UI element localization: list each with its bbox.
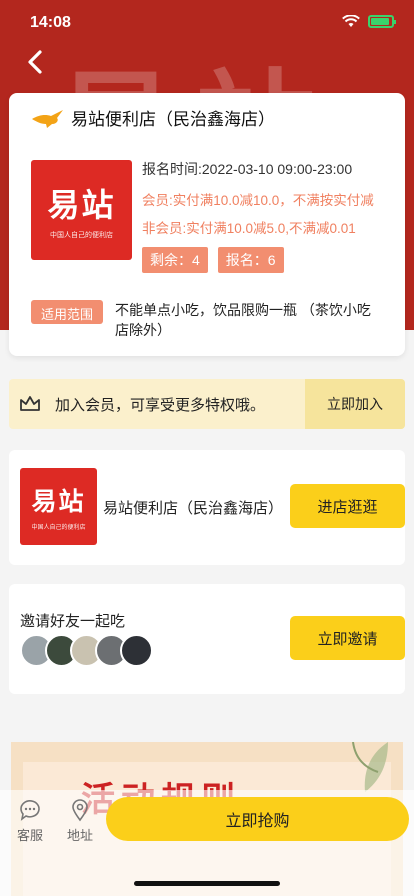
logo-text: 易站 bbox=[31, 488, 86, 516]
scope-tag: 适用范围 bbox=[31, 300, 104, 324]
store-logo: 易站 中国人自己的便利店 bbox=[31, 160, 132, 260]
activity-info: 报名时间:2022-03-10 09:00-23:00 会员:实付满10.0减1… bbox=[142, 159, 374, 273]
status-time: 14:08 bbox=[30, 14, 71, 31]
scope-text: 不能单点小吃，饮品限购一瓶 （茶饮小吃店除外） bbox=[115, 302, 371, 338]
store-card: 易站 中国人自己的便利店 易站便利店（民治鑫海店） 进店逛逛 bbox=[9, 450, 405, 565]
count-badges: 剩余：4 报名：6 bbox=[142, 247, 374, 273]
member-banner: 加入会员，可享受更多特权哦。 立即加入 bbox=[9, 379, 405, 429]
activity-card: 易站便利店（民治鑫海店） 易站 中国人自己的便利店 报名时间:2022-03-1… bbox=[9, 93, 405, 356]
crown-icon bbox=[20, 396, 40, 411]
back-button[interactable] bbox=[18, 44, 54, 80]
address-label: 地址 bbox=[66, 828, 93, 843]
service-tab[interactable]: 客服 bbox=[10, 798, 50, 844]
address-tab[interactable]: 地址 bbox=[60, 798, 100, 844]
bottom-bar: 客服 地址 立即抢购 bbox=[0, 790, 414, 896]
friend-avatars bbox=[20, 634, 153, 667]
wifi-icon bbox=[342, 15, 360, 27]
member-rule: 会员:实付满10.0减10.0，不满按实付减 bbox=[142, 193, 374, 208]
status-bar: 14:08 bbox=[0, 0, 414, 44]
visit-store-button[interactable]: 进店逛逛 bbox=[290, 484, 405, 528]
avatar bbox=[120, 634, 153, 667]
registered-badge: 报名：6 bbox=[217, 247, 284, 273]
chat-icon bbox=[20, 800, 40, 821]
member-text: 加入会员，可享受更多特权哦。 bbox=[55, 396, 266, 414]
location-pin-icon bbox=[72, 799, 88, 822]
chevron-left-icon bbox=[28, 50, 42, 74]
home-indicator bbox=[134, 881, 280, 886]
logo-subtext: 中国人自己的便利店 bbox=[50, 232, 113, 239]
store-title: 易站便利店（民治鑫海店） bbox=[71, 110, 275, 129]
store-header: 易站便利店（民治鑫海店） bbox=[31, 105, 275, 130]
status-icons bbox=[342, 15, 396, 28]
invite-button[interactable]: 立即邀请 bbox=[290, 616, 405, 660]
scope-row: 适用范围 不能单点小吃，饮品限购一瓶 （茶饮小吃店除外） bbox=[31, 300, 377, 340]
bird-logo-icon bbox=[32, 109, 63, 128]
invite-card: 邀请好友一起吃 立即邀请 bbox=[9, 584, 405, 694]
logo-subtext: 中国人自己的便利店 bbox=[31, 525, 86, 531]
store-card-name: 易站便利店（民治鑫海店） bbox=[103, 500, 283, 517]
registration-time: 报名时间:2022-03-10 09:00-23:00 bbox=[142, 161, 353, 177]
nonmember-rule: 非会员:实付满10.0减5.0,不满减0.01 bbox=[142, 221, 356, 236]
store-card-logo: 易站 中国人自己的便利店 bbox=[20, 468, 97, 545]
battery-icon bbox=[368, 15, 396, 28]
buy-now-button[interactable]: 立即抢购 bbox=[106, 797, 409, 841]
remaining-badge: 剩余：4 bbox=[142, 247, 208, 273]
service-label: 客服 bbox=[16, 828, 43, 843]
invite-title: 邀请好友一起吃 bbox=[20, 613, 126, 630]
join-member-button[interactable]: 立即加入 bbox=[305, 379, 405, 429]
logo-text: 易站 bbox=[47, 187, 116, 223]
